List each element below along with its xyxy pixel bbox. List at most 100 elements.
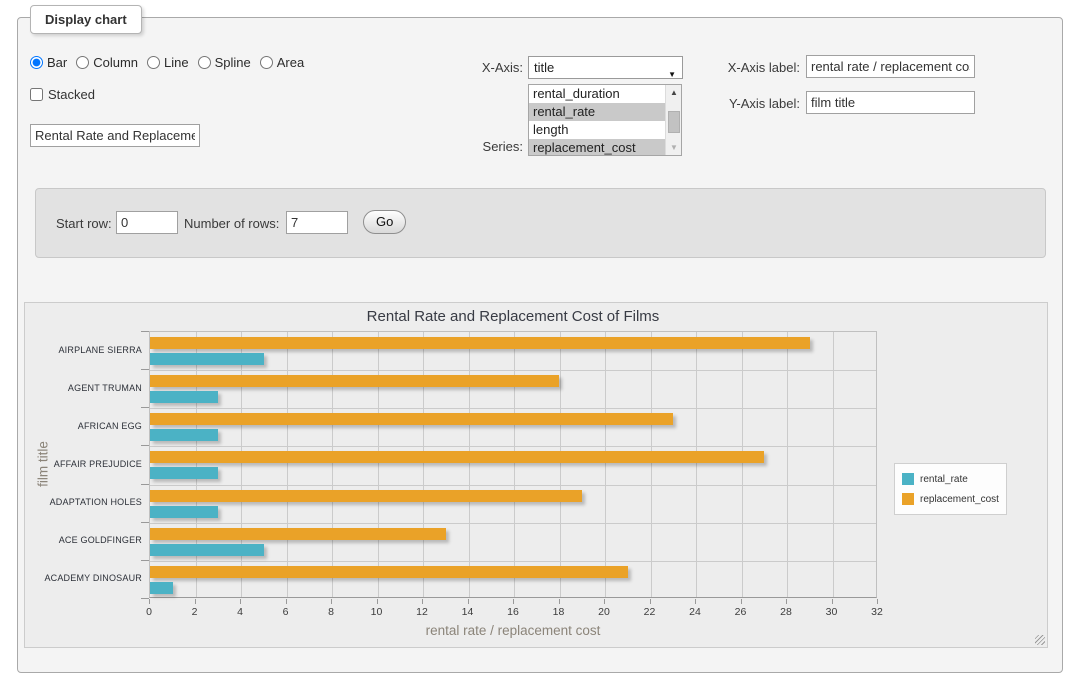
x-axis-tick <box>559 599 560 604</box>
chart-type-radio-bar[interactable] <box>30 56 43 69</box>
series-listbox[interactable]: rental_durationrental_ratelengthreplacem… <box>528 84 682 156</box>
chart-type-label: Spline <box>215 55 251 70</box>
gridline-horizontal <box>150 408 876 409</box>
plot-area <box>149 331 877 598</box>
gridline-vertical <box>378 332 379 597</box>
number-of-rows-label: Number of rows: <box>184 216 279 231</box>
series-option[interactable]: rental_duration <box>529 85 665 103</box>
x-tick-label: 28 <box>766 606 806 618</box>
category-label: AIRPLANE SIERRA <box>25 345 142 355</box>
y-axis-tick <box>141 445 149 446</box>
gridline-vertical <box>560 332 561 597</box>
x-axis-select[interactable]: title ▼ <box>528 56 683 79</box>
chart-type-radio-column[interactable] <box>76 56 89 69</box>
scroll-up-icon[interactable]: ▲ <box>666 85 682 100</box>
legend-item: replacement_cost <box>902 489 999 509</box>
go-button[interactable]: Go <box>363 210 406 234</box>
bar-replacement_cost <box>150 490 582 502</box>
rows-panel: Start row: Number of rows: Go <box>35 188 1046 258</box>
x-axis-tick <box>513 599 514 604</box>
chart-type-option-bar[interactable]: Bar <box>30 55 67 70</box>
x-tick-label: 16 <box>493 606 533 618</box>
gridline-horizontal <box>150 446 876 447</box>
category-label: AFFAIR PREJUDICE <box>25 459 142 469</box>
x-axis-tick <box>832 599 833 604</box>
y-axis-tick <box>141 598 149 599</box>
chart-type-option-line[interactable]: Line <box>147 55 189 70</box>
x-axis-tick <box>286 599 287 604</box>
category-label: AGENT TRUMAN <box>25 383 142 393</box>
x-tick-label: 12 <box>402 606 442 618</box>
scroll-down-icon[interactable]: ▼ <box>666 140 682 155</box>
bar-rental_rate <box>150 506 218 518</box>
y-axis-tick <box>141 369 149 370</box>
y-axis-tick <box>141 407 149 408</box>
gridline-horizontal <box>150 561 876 562</box>
gridline-vertical <box>696 332 697 597</box>
x-axis-label-input[interactable] <box>806 55 975 78</box>
stacked-checkbox[interactable] <box>30 88 43 101</box>
y-axis-tick <box>141 522 149 523</box>
gridline-horizontal <box>150 485 876 486</box>
series-option[interactable]: rental_rate <box>529 103 665 121</box>
x-axis-tick <box>422 599 423 604</box>
bar-replacement_cost <box>150 375 559 387</box>
number-of-rows-input[interactable] <box>286 211 348 234</box>
y-axis-label-input[interactable] <box>806 91 975 114</box>
x-axis-selected-value: title <box>534 60 554 75</box>
x-axis-tick <box>877 599 878 604</box>
bar-rental_rate <box>150 353 264 365</box>
gridline-vertical <box>241 332 242 597</box>
scrollbar-thumb[interactable] <box>668 111 680 133</box>
x-axis-tick <box>741 599 742 604</box>
gridline-vertical <box>787 332 788 597</box>
chart-type-radio-area[interactable] <box>260 56 273 69</box>
chart-type-radio-spline[interactable] <box>198 56 211 69</box>
stacked-label: Stacked <box>48 87 95 102</box>
x-tick-label: 20 <box>584 606 624 618</box>
x-axis-tick <box>240 599 241 604</box>
chart-resize-handle-icon[interactable] <box>1035 635 1045 645</box>
y-axis-tick <box>141 484 149 485</box>
start-row-input[interactable] <box>116 211 178 234</box>
chart-type-label: Area <box>277 55 304 70</box>
chart-type-option-area[interactable]: Area <box>260 55 304 70</box>
chart-legend: rental_ratereplacement_cost <box>894 463 1007 515</box>
x-tick-label: 24 <box>675 606 715 618</box>
y-axis-tick <box>141 331 149 332</box>
series-option[interactable]: length <box>529 121 665 139</box>
series-option[interactable]: replacement_cost <box>529 139 665 156</box>
bar-rental_rate <box>150 582 173 594</box>
gridline-vertical <box>423 332 424 597</box>
x-tick-label: 18 <box>539 606 579 618</box>
chart-title-input[interactable] <box>30 124 200 147</box>
bar-replacement_cost <box>150 451 764 463</box>
chart-type-label: Line <box>164 55 189 70</box>
series-label: Series: <box>440 139 523 154</box>
x-tick-label: 30 <box>812 606 852 618</box>
x-axis-tick <box>195 599 196 604</box>
dropdown-arrow-icon: ▼ <box>668 64 676 85</box>
bar-replacement_cost <box>150 337 810 349</box>
chart-type-radio-line[interactable] <box>147 56 160 69</box>
legend-swatch-replacement_cost <box>902 493 914 505</box>
x-axis-tick <box>377 599 378 604</box>
chart-container: Rental Rate and Replacement Cost of Film… <box>24 302 1048 648</box>
x-axis-tick <box>331 599 332 604</box>
bar-replacement_cost <box>150 528 446 540</box>
bar-rental_rate <box>150 544 264 556</box>
category-label: ACE GOLDFINGER <box>25 535 142 545</box>
gridline-vertical <box>833 332 834 597</box>
chart-type-option-column[interactable]: Column <box>76 55 138 70</box>
chart-type-option-spline[interactable]: Spline <box>198 55 251 70</box>
x-tick-label: 8 <box>311 606 351 618</box>
gridline-vertical <box>742 332 743 597</box>
x-tick-label: 4 <box>220 606 260 618</box>
category-label: ADAPTATION HOLES <box>25 497 142 507</box>
listbox-scrollbar[interactable]: ▲ ▼ <box>665 85 681 155</box>
x-tick-label: 2 <box>175 606 215 618</box>
x-tick-label: 14 <box>448 606 488 618</box>
x-axis-tick <box>149 599 150 604</box>
gridline-horizontal <box>150 370 876 371</box>
bar-rental_rate <box>150 467 218 479</box>
